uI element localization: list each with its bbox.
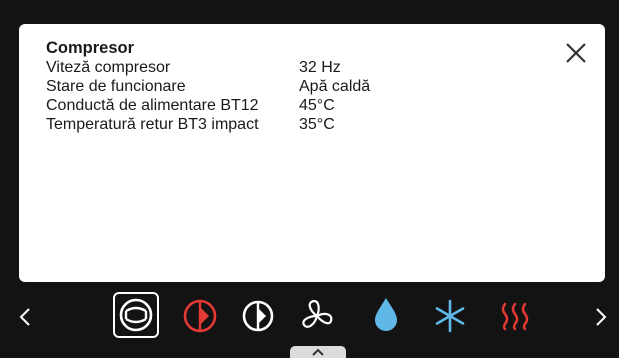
compressor-heating-icon bbox=[183, 299, 217, 333]
fan-icon-button[interactable] bbox=[297, 296, 337, 336]
heating-waves-icon bbox=[501, 302, 529, 331]
compressor-icon-button[interactable] bbox=[113, 292, 159, 338]
info-row-value: 35°C bbox=[299, 116, 335, 133]
chevron-up-icon bbox=[312, 348, 324, 356]
heating-waves-icon-button[interactable] bbox=[495, 296, 535, 336]
screen: Compresor Viteză compresor 32 Hz Stare d… bbox=[0, 0, 619, 358]
compressor-info: Compresor Viteză compresor 32 Hz Stare d… bbox=[46, 39, 370, 134]
compressor-half-icon-button[interactable] bbox=[238, 296, 278, 336]
info-panel: Compresor Viteză compresor 32 Hz Stare d… bbox=[19, 24, 605, 282]
panel-title: Compresor bbox=[46, 39, 135, 57]
info-row-value: Apă caldă bbox=[299, 78, 371, 95]
info-row-label: Conductă de alimentare BT12 bbox=[46, 97, 259, 114]
water-drop-icon-button[interactable] bbox=[366, 294, 406, 334]
compressor-heating-icon-button[interactable] bbox=[180, 296, 220, 336]
info-row-label: Temperatură retur BT3 impact bbox=[46, 116, 259, 133]
close-icon bbox=[566, 43, 586, 63]
info-row: Viteză compresor 32 Hz bbox=[46, 58, 370, 77]
water-drop-icon bbox=[375, 298, 397, 331]
info-row-label: Stare de funcionare bbox=[46, 78, 186, 95]
next-arrow-button[interactable] bbox=[590, 302, 610, 332]
info-row: Conductă de alimentare BT12 45°C bbox=[46, 96, 370, 115]
snowflake-icon-button[interactable] bbox=[430, 296, 470, 336]
compressor-icon bbox=[119, 298, 153, 332]
info-row: Temperatură retur BT3 impact 35°C bbox=[46, 115, 370, 134]
pull-up-handle[interactable] bbox=[290, 346, 346, 358]
close-button[interactable] bbox=[561, 38, 591, 68]
snowflake-icon bbox=[435, 299, 465, 333]
info-row-value: 32 Hz bbox=[299, 59, 341, 76]
info-row-label: Viteză compresor bbox=[46, 59, 171, 76]
fan-icon bbox=[302, 299, 333, 328]
function-icon-bar bbox=[0, 292, 619, 340]
info-row: Stare de funcionare Apă caldă bbox=[46, 77, 370, 96]
chevron-right-icon bbox=[596, 308, 607, 326]
info-row-value: 45°C bbox=[299, 97, 335, 114]
compressor-half-icon bbox=[242, 300, 274, 332]
